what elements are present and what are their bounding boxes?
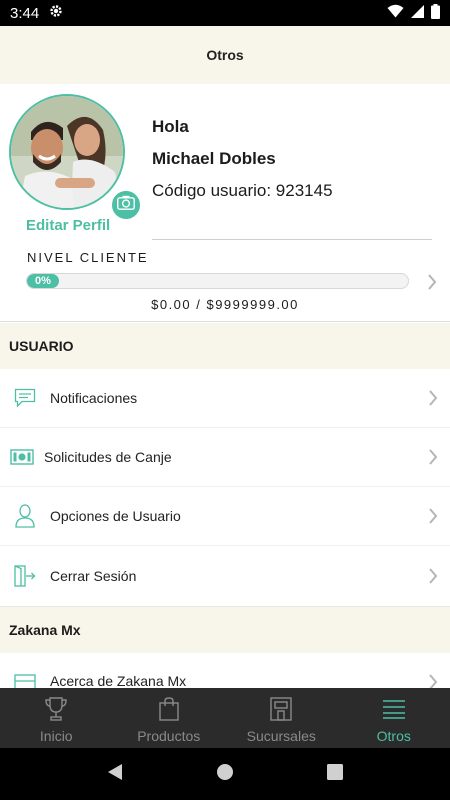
back-icon[interactable] bbox=[107, 763, 123, 786]
menu-item-cerrar-sesion[interactable]: Cerrar Sesión bbox=[0, 546, 450, 606]
section-title: Zakana Mx bbox=[9, 622, 81, 638]
greeting-text: Hola bbox=[152, 117, 189, 136]
page-title: Otros bbox=[206, 47, 244, 63]
nav-label: Sucursales bbox=[246, 728, 316, 744]
chevron-right-icon bbox=[428, 448, 438, 466]
avatar[interactable] bbox=[9, 94, 125, 210]
bottom-navigation: Inicio Productos Sucursales Otros bbox=[0, 688, 450, 748]
store-icon bbox=[270, 696, 292, 722]
wifi-icon bbox=[387, 4, 404, 22]
cell-signal-icon bbox=[411, 4, 424, 22]
level-chevron-right-icon[interactable] bbox=[427, 273, 437, 296]
nav-tab-productos[interactable]: Productos bbox=[113, 688, 226, 748]
menu-item-opciones-usuario[interactable]: Opciones de Usuario bbox=[0, 487, 450, 546]
chevron-right-icon bbox=[428, 507, 438, 525]
chevron-right-icon bbox=[428, 389, 438, 407]
menu-item-label: Solicitudes de Canje bbox=[44, 449, 172, 465]
level-progress-bar: 0% bbox=[26, 273, 409, 289]
menu-lines-icon bbox=[382, 696, 406, 722]
settings-gear-icon bbox=[49, 4, 63, 22]
level-amount: $0.00 / $9999999.00 bbox=[151, 297, 299, 312]
section-header-usuario: USUARIO bbox=[0, 323, 450, 369]
nav-label: Productos bbox=[137, 728, 201, 744]
trophy-icon bbox=[45, 696, 67, 722]
menu-item-label: Opciones de Usuario bbox=[50, 508, 181, 524]
camera-icon bbox=[117, 195, 135, 215]
edit-profile-link[interactable]: Editar Perfil bbox=[26, 217, 110, 234]
user-icon bbox=[0, 504, 50, 528]
level-progress-fill: 0% bbox=[27, 274, 59, 288]
menu-item-notificaciones[interactable]: Notificaciones bbox=[0, 369, 450, 428]
money-bill-icon bbox=[0, 449, 44, 465]
change-photo-button[interactable] bbox=[110, 189, 142, 221]
client-level-label: NIVEL CLIENTE bbox=[27, 250, 149, 265]
section-header-zakana: Zakana Mx bbox=[0, 606, 450, 653]
user-name: Michael Dobles bbox=[152, 149, 276, 168]
logout-door-icon bbox=[0, 565, 50, 587]
user-code: Código usuario: 923145 bbox=[152, 181, 333, 200]
home-icon[interactable] bbox=[216, 763, 234, 786]
status-time: 3:44 bbox=[10, 4, 40, 22]
status-bar: 3:44 bbox=[0, 0, 450, 26]
nav-tab-sucursales[interactable]: Sucursales bbox=[225, 688, 338, 748]
nav-tab-inicio[interactable]: Inicio bbox=[0, 688, 113, 748]
menu-item-label: Notificaciones bbox=[50, 390, 138, 406]
divider bbox=[152, 239, 432, 240]
app-bar: Otros bbox=[0, 26, 450, 84]
progress-percent: 0% bbox=[35, 275, 51, 287]
nav-label: Otros bbox=[376, 728, 411, 744]
recents-icon[interactable] bbox=[327, 763, 344, 785]
nav-tab-otros[interactable]: Otros bbox=[338, 688, 450, 748]
nav-label: Inicio bbox=[39, 728, 73, 744]
profile-card: Editar Perfil Hola Michael Dobles Código… bbox=[0, 84, 450, 322]
menu-item-label: Cerrar Sesión bbox=[50, 568, 137, 584]
system-navigation-bar bbox=[0, 748, 450, 800]
avatar-container bbox=[9, 94, 142, 221]
menu-item-label: Acerca de Zakana Mx bbox=[50, 673, 187, 689]
menu-item-solicitudes-canje[interactable]: Solicitudes de Canje bbox=[0, 428, 450, 487]
section-title: USUARIO bbox=[9, 338, 74, 354]
shopping-bag-icon bbox=[159, 696, 179, 722]
chevron-right-icon bbox=[428, 567, 438, 585]
battery-icon bbox=[431, 3, 440, 23]
chat-bubble-icon bbox=[0, 388, 50, 408]
